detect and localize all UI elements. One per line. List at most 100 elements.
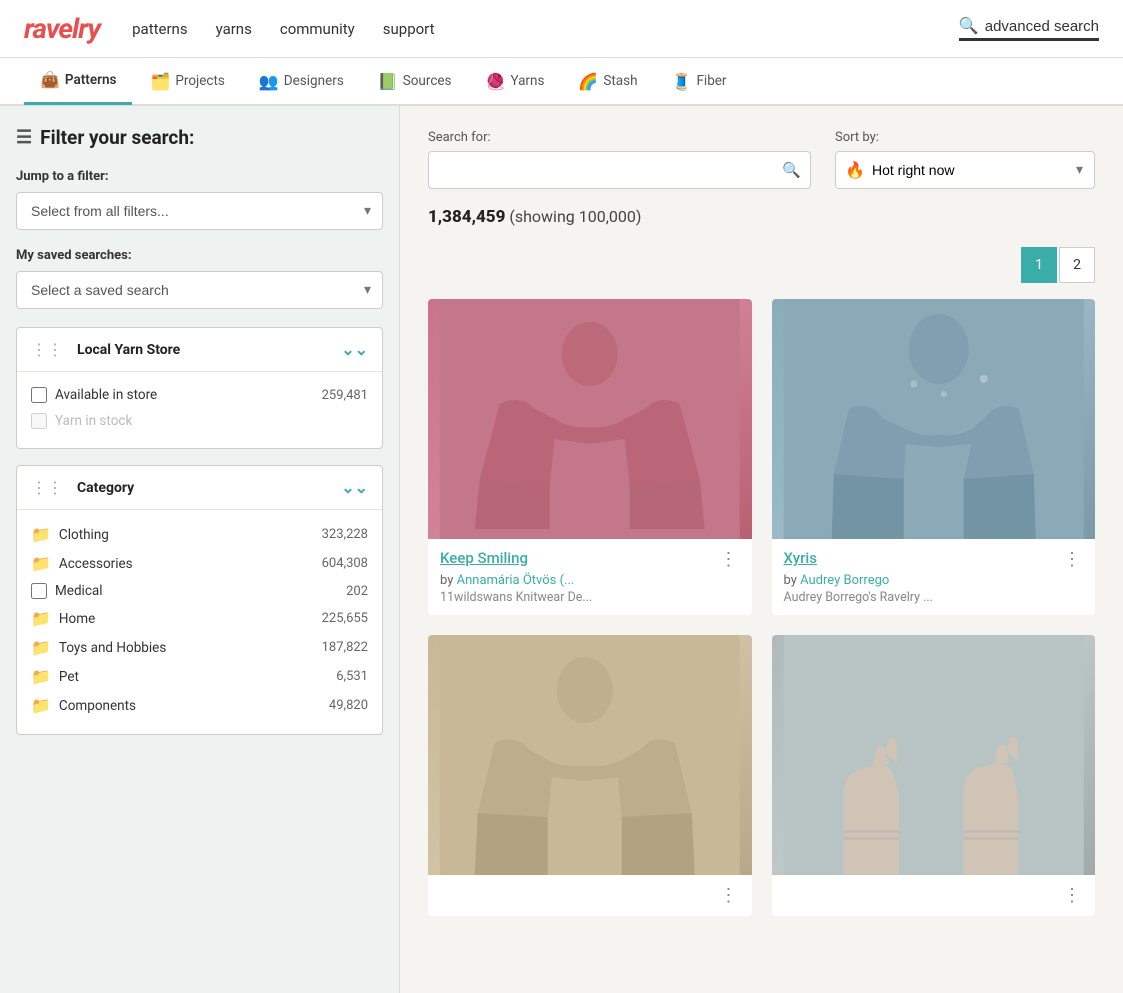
result-count: 1,384,459 (showing 100,000)	[428, 207, 1095, 227]
tab-projects[interactable]: 🗂️ Projects	[134, 57, 240, 105]
category-body: 📁 Clothing 323,228 📁 Accessories 604,308	[17, 509, 382, 734]
category-components: 📁 Components 49,820	[31, 691, 368, 720]
pattern-info-keep-smiling: Keep Smiling ⋮ by Annamária Ötvös (... 1…	[428, 539, 752, 615]
category-accessories: 📁 Accessories 604,308	[31, 549, 368, 578]
stash-tab-icon: 🌈	[578, 72, 598, 91]
saved-searches-wrapper: Select a saved search	[16, 271, 383, 309]
sort-group: Sort by: 🔥 Hot right nowMost recently ad…	[835, 130, 1095, 189]
folder-icon: 📁	[31, 525, 51, 544]
pagination: 1 2	[428, 247, 1095, 283]
sources-tab-icon: 📗	[378, 72, 398, 91]
jump-filter-wrapper: Select from all filters...	[16, 192, 383, 230]
page-1-button[interactable]: 1	[1021, 247, 1057, 283]
category-clothing: 📁 Clothing 323,228	[31, 520, 368, 549]
pattern-info-4: ⋮	[772, 875, 1096, 916]
category-home: 📁 Home 225,655	[31, 604, 368, 633]
pattern-title-xyris[interactable]: Xyris	[784, 549, 817, 567]
tab-yarns[interactable]: 🧶 Yarns	[470, 57, 561, 105]
pattern-grid: Keep Smiling ⋮ by Annamária Ötvös (... 1…	[428, 299, 1095, 916]
local-yarn-store-body: Available in store 259,481 Yarn in stock	[17, 371, 382, 448]
logo[interactable]: ravelry	[24, 12, 100, 45]
category-drag-handle-icon: ⋮⋮	[31, 478, 63, 497]
pattern-designer-xyris[interactable]: Audrey Borrego	[800, 573, 889, 588]
sub-nav: 👜 Patterns 🗂️ Projects 👥 Designers 📗 Sou…	[0, 58, 1123, 106]
pattern-image-xyris	[772, 299, 1096, 539]
top-nav: ravelry patterns yarns community support…	[0, 0, 1123, 58]
pattern-info-3: ⋮	[428, 875, 752, 916]
nav-patterns[interactable]: patterns	[132, 20, 187, 38]
pattern-card-xyris: Xyris ⋮ by Audrey Borrego Audrey Borrego…	[772, 299, 1096, 615]
search-bar-row: Search for: 🔍 Sort by: 🔥 Hot right nowMo…	[428, 130, 1095, 189]
yarns-tab-icon: 🧶	[486, 72, 506, 91]
local-yarn-store-header[interactable]: ⋮⋮ Local Yarn Store ⌄⌄	[17, 328, 382, 371]
folder-icon: 📁	[31, 609, 51, 628]
yarn-in-stock-checkbox	[31, 413, 47, 429]
fiber-tab-icon: 🧵	[672, 72, 692, 91]
folder-icon: 📁	[31, 638, 51, 657]
available-in-store-checkbox[interactable]	[31, 387, 47, 403]
jump-to-filter-section: Jump to a filter: Select from all filter…	[16, 169, 383, 230]
pattern-designer-keep-smiling[interactable]: Annamária Ötvös (...	[457, 573, 575, 588]
sort-select-wrapper: 🔥 Hot right nowMost recently addedBest m…	[835, 151, 1095, 189]
search-group: Search for: 🔍	[428, 130, 811, 189]
search-icon: 🔍	[782, 161, 801, 179]
category-header[interactable]: ⋮⋮ Category ⌄⌄	[17, 466, 382, 509]
pattern-image-3	[428, 635, 752, 875]
page-2-button[interactable]: 2	[1059, 247, 1095, 283]
pattern-by-xyris: by Audrey Borrego	[784, 573, 1084, 588]
pattern-title-keep-smiling[interactable]: Keep Smiling	[440, 549, 528, 567]
more-options-button-4[interactable]: ⋮	[1061, 885, 1083, 906]
folder-icon: 📁	[31, 696, 51, 715]
pattern-card-4: ⋮	[772, 635, 1096, 916]
tab-stash[interactable]: 🌈 Stash	[562, 57, 653, 105]
sort-select[interactable]: Hot right nowMost recently addedBest mat…	[835, 151, 1095, 189]
category-pet: 📁 Pet 6,531	[31, 662, 368, 691]
search-icon: 🔍	[959, 16, 979, 36]
patterns-tab-icon: 👜	[40, 70, 60, 89]
more-options-button-3[interactable]: ⋮	[718, 885, 740, 906]
nav-yarns[interactable]: yarns	[216, 20, 252, 38]
projects-tab-icon: 🗂️	[150, 72, 170, 91]
folder-icon: 📁	[31, 667, 51, 686]
main-content: Search for: 🔍 Sort by: 🔥 Hot right nowMo…	[400, 106, 1123, 993]
category-medical: Medical 202	[31, 578, 368, 604]
fire-icon: 🔥	[845, 161, 865, 180]
pattern-image-4	[772, 635, 1096, 875]
search-input-wrapper: 🔍	[428, 151, 811, 189]
drag-handle-icon: ⋮⋮	[31, 340, 63, 359]
nav-links: patterns yarns community support	[132, 20, 959, 38]
saved-searches-label: My saved searches:	[16, 248, 383, 263]
pattern-card-3: ⋮	[428, 635, 752, 916]
designers-tab-icon: 👥	[259, 72, 279, 91]
more-options-button[interactable]: ⋮	[718, 549, 740, 570]
pattern-source-xyris: Audrey Borrego's Ravelry ...	[784, 590, 1084, 605]
filter-icon: ☰	[16, 127, 32, 148]
tab-designers[interactable]: 👥 Designers	[243, 57, 360, 105]
tab-fiber[interactable]: 🧵 Fiber	[656, 57, 743, 105]
saved-searches-section: My saved searches: Select a saved search	[16, 248, 383, 309]
yarn-in-stock-row: Yarn in stock	[31, 408, 368, 434]
nav-community[interactable]: community	[280, 20, 355, 38]
pattern-card-keep-smiling: Keep Smiling ⋮ by Annamária Ötvös (... 1…	[428, 299, 752, 615]
jump-filter-select[interactable]: Select from all filters...	[16, 192, 383, 230]
advanced-search-button[interactable]: 🔍 advanced search	[959, 16, 1099, 41]
jump-filter-label: Jump to a filter:	[16, 169, 383, 184]
local-yarn-store-block: ⋮⋮ Local Yarn Store ⌄⌄ Available in stor…	[16, 327, 383, 449]
nav-support[interactable]: support	[383, 20, 435, 38]
medical-checkbox[interactable]	[31, 583, 47, 599]
chevron-down-icon: ⌄⌄	[341, 340, 368, 359]
more-options-button-xyris[interactable]: ⋮	[1061, 549, 1083, 570]
saved-searches-select[interactable]: Select a saved search	[16, 271, 383, 309]
main-layout: ☰ Filter your search: Jump to a filter: …	[0, 106, 1123, 993]
pattern-info-xyris: Xyris ⋮ by Audrey Borrego Audrey Borrego…	[772, 539, 1096, 615]
filter-header: ☰ Filter your search:	[16, 126, 383, 149]
available-in-store-row: Available in store 259,481	[31, 382, 368, 408]
sort-label: Sort by:	[835, 130, 1095, 145]
search-input[interactable]	[428, 151, 811, 189]
tab-patterns[interactable]: 👜 Patterns	[24, 57, 132, 105]
tab-sources[interactable]: 📗 Sources	[362, 57, 468, 105]
pattern-source-keep-smiling: 11wildswans Knitwear De...	[440, 590, 740, 605]
pattern-image-keep-smiling	[428, 299, 752, 539]
category-block: ⋮⋮ Category ⌄⌄ 📁 Clothing 323,228	[16, 465, 383, 735]
category-chevron-down-icon: ⌄⌄	[341, 478, 368, 497]
